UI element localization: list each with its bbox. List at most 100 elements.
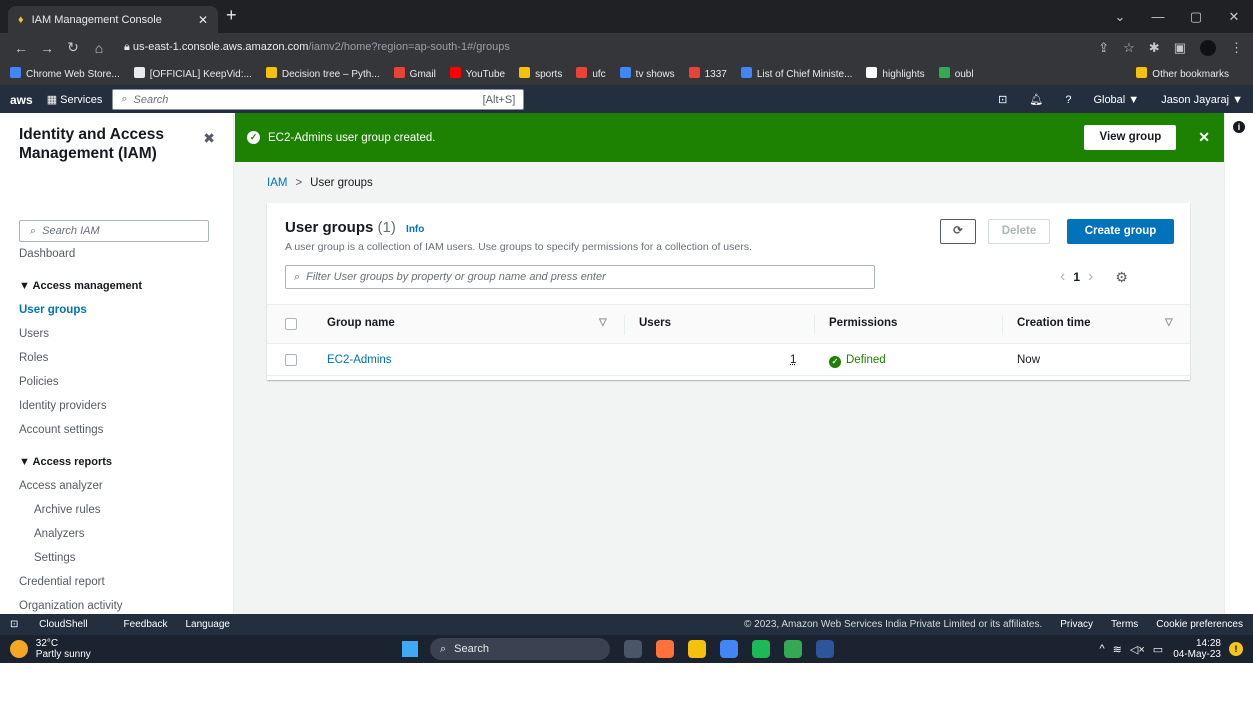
taskbar-search[interactable]: ⌕ Search <box>430 638 610 660</box>
wifi-icon[interactable]: ≋ <box>1113 643 1122 656</box>
refresh-button[interactable]: ⟳ <box>940 219 976 244</box>
filter-input[interactable]: ⌕ Filter User groups by property or grou… <box>285 265 875 289</box>
terms-link[interactable]: Terms <box>1111 619 1138 630</box>
reload-icon[interactable]: ↻ <box>62 39 84 56</box>
taskbar-app-icon[interactable] <box>816 640 834 658</box>
bookmark-item[interactable]: [OFFICIAL] KeepVid:... <box>133 67 252 80</box>
next-page-icon[interactable]: › <box>1088 268 1093 286</box>
col-permissions[interactable]: Permissions <box>829 317 897 329</box>
region-selector[interactable]: Global ▼ <box>1093 94 1139 106</box>
cloudshell-link[interactable]: ⊡ CloudShell <box>10 619 106 630</box>
col-creation-time[interactable]: Creation time <box>1017 317 1091 329</box>
taskbar-app-icon[interactable] <box>624 640 642 658</box>
sort-down-icon[interactable]: ▽ <box>599 317 607 328</box>
windows-start-icon[interactable] <box>402 641 418 657</box>
menu-kebab-icon[interactable]: ⋮ <box>1230 40 1243 56</box>
users-count[interactable]: 1 <box>790 354 796 366</box>
sidebar-item-policies[interactable]: Policies <box>19 370 214 394</box>
services-menu[interactable]: ▦ Services <box>47 93 103 106</box>
col-users[interactable]: Users <box>639 317 671 329</box>
info-link[interactable]: Info <box>406 224 424 235</box>
info-icon[interactable]: i <box>1233 121 1245 133</box>
sidebar-item-settings[interactable]: Settings <box>19 546 214 570</box>
cookie-preferences-link[interactable]: Cookie preferences <box>1156 619 1243 630</box>
tab-search-icon[interactable]: ⌄ <box>1101 9 1139 25</box>
bookmark-item[interactable]: highlights <box>866 67 925 80</box>
help-icon[interactable]: ? <box>1065 94 1071 106</box>
bookmark-item[interactable]: Chrome Web Store... <box>10 67 120 80</box>
bookmark-item[interactable]: oubl <box>938 67 974 80</box>
sidebar-item-access-analyzer[interactable]: Access analyzer <box>19 474 214 498</box>
weather-widget[interactable]: 32°C Partly sunny <box>10 638 91 660</box>
row-checkbox[interactable] <box>285 354 297 366</box>
notifications-icon[interactable]: 🔔︎ <box>1029 93 1043 106</box>
sidebar-section-access-management[interactable]: ▼ Access management <box>19 274 214 298</box>
account-menu[interactable]: Jason Jayaraj ▼ <box>1161 94 1243 106</box>
taskbar-app-icon[interactable] <box>784 640 802 658</box>
clock[interactable]: 14:28 04-May-23 <box>1173 638 1221 660</box>
aws-logo[interactable]: aws <box>10 93 33 107</box>
taskbar-app-icon[interactable] <box>752 640 770 658</box>
battery-icon[interactable]: ▭ <box>1153 643 1163 656</box>
restore-icon[interactable]: ▢ <box>1177 9 1215 25</box>
back-icon[interactable]: ← <box>10 40 32 56</box>
minimize-icon[interactable]: — <box>1139 9 1177 24</box>
notification-icon[interactable]: ! <box>1229 642 1243 656</box>
sidebar-section-access-reports[interactable]: ▼ Access reports <box>19 450 214 474</box>
language-link[interactable]: Language <box>185 619 230 630</box>
aws-search-input[interactable]: ⌕ Search [Alt+S] <box>112 89 525 110</box>
sidebar-item-user-groups[interactable]: User groups <box>19 298 214 322</box>
sidepanel-icon[interactable]: ▣ <box>1174 40 1186 56</box>
bookmark-item[interactable]: Gmail <box>393 67 436 80</box>
sidebar-item-dashboard[interactable]: Dashboard <box>19 242 214 266</box>
tab-close-icon[interactable]: ✕ <box>198 13 208 27</box>
delete-button[interactable]: Delete <box>988 219 1050 244</box>
share-icon[interactable]: ⇪ <box>1098 40 1109 56</box>
bookmark-item[interactable]: YouTube <box>449 67 505 80</box>
new-tab-icon[interactable]: + <box>226 5 237 26</box>
bookmark-star-icon[interactable]: ☆ <box>1123 40 1135 56</box>
close-sidebar-icon[interactable]: ✖ <box>203 130 215 147</box>
window-close-icon[interactable]: ✕ <box>1215 9 1253 25</box>
chevron-up-icon[interactable]: ^ <box>1100 643 1105 655</box>
sort-down-icon[interactable]: ▽ <box>1165 317 1173 328</box>
gear-icon[interactable]: ⚙ <box>1115 269 1128 286</box>
extensions-icon[interactable]: ✱ <box>1149 40 1160 56</box>
sidebar-item-organization-activity[interactable]: Organization activity <box>19 594 214 618</box>
home-icon[interactable]: ⌂ <box>88 40 110 56</box>
cloudshell-icon[interactable]: ⊡ <box>998 93 1007 106</box>
bookmark-item[interactable]: ufc <box>576 67 606 80</box>
breadcrumb-iam[interactable]: IAM <box>267 177 287 189</box>
sidebar-item-roles[interactable]: Roles <box>19 346 214 370</box>
group-name-link[interactable]: EC2-Admins <box>327 354 392 366</box>
dismiss-flash-icon[interactable]: ✕ <box>1198 129 1210 146</box>
other-bookmarks[interactable]: Other bookmarks <box>1136 67 1229 80</box>
col-group-name[interactable]: Group name <box>327 317 395 329</box>
bookmark-item[interactable]: 1337 <box>688 67 727 80</box>
view-group-button[interactable]: View group <box>1084 125 1177 150</box>
bookmark-item[interactable]: Decision tree – Pyth... <box>265 67 380 80</box>
forward-icon[interactable]: → <box>36 40 58 56</box>
sidebar-item-archive-rules[interactable]: Archive rules <box>19 498 214 522</box>
browser-tab[interactable]: ♦ IAM Management Console ✕ <box>8 6 218 33</box>
taskbar-app-icon[interactable] <box>688 640 706 658</box>
select-all-checkbox[interactable] <box>285 318 297 330</box>
bookmark-item[interactable]: tv shows <box>619 67 675 80</box>
taskbar-app-icon[interactable] <box>720 640 738 658</box>
sidebar-item-analyzers[interactable]: Analyzers <box>19 522 214 546</box>
sidebar-item-users[interactable]: Users <box>19 322 214 346</box>
sidebar-item-account-settings[interactable]: Account settings <box>19 418 214 442</box>
privacy-link[interactable]: Privacy <box>1060 619 1093 630</box>
volume-icon[interactable]: ◁× <box>1130 643 1145 656</box>
bookmark-item[interactable]: sports <box>519 67 562 80</box>
sidebar-item-credential-report[interactable]: Credential report <box>19 570 214 594</box>
sidebar-item-identity-providers[interactable]: Identity providers <box>19 394 214 418</box>
taskbar-app-icon[interactable] <box>656 640 674 658</box>
sidebar-search-input[interactable]: ⌕ Search IAM <box>19 220 209 242</box>
profile-avatar[interactable] <box>1200 39 1216 56</box>
url-field[interactable]: 🔒︎ us-east-1.console.aws.amazon.com/iamv… <box>124 41 1084 54</box>
bookmark-item[interactable]: List of Chief Ministe... <box>740 67 852 80</box>
prev-page-icon[interactable]: ‹ <box>1060 268 1065 286</box>
feedback-link[interactable]: Feedback <box>124 619 168 630</box>
create-group-button[interactable]: Create group <box>1067 219 1174 244</box>
